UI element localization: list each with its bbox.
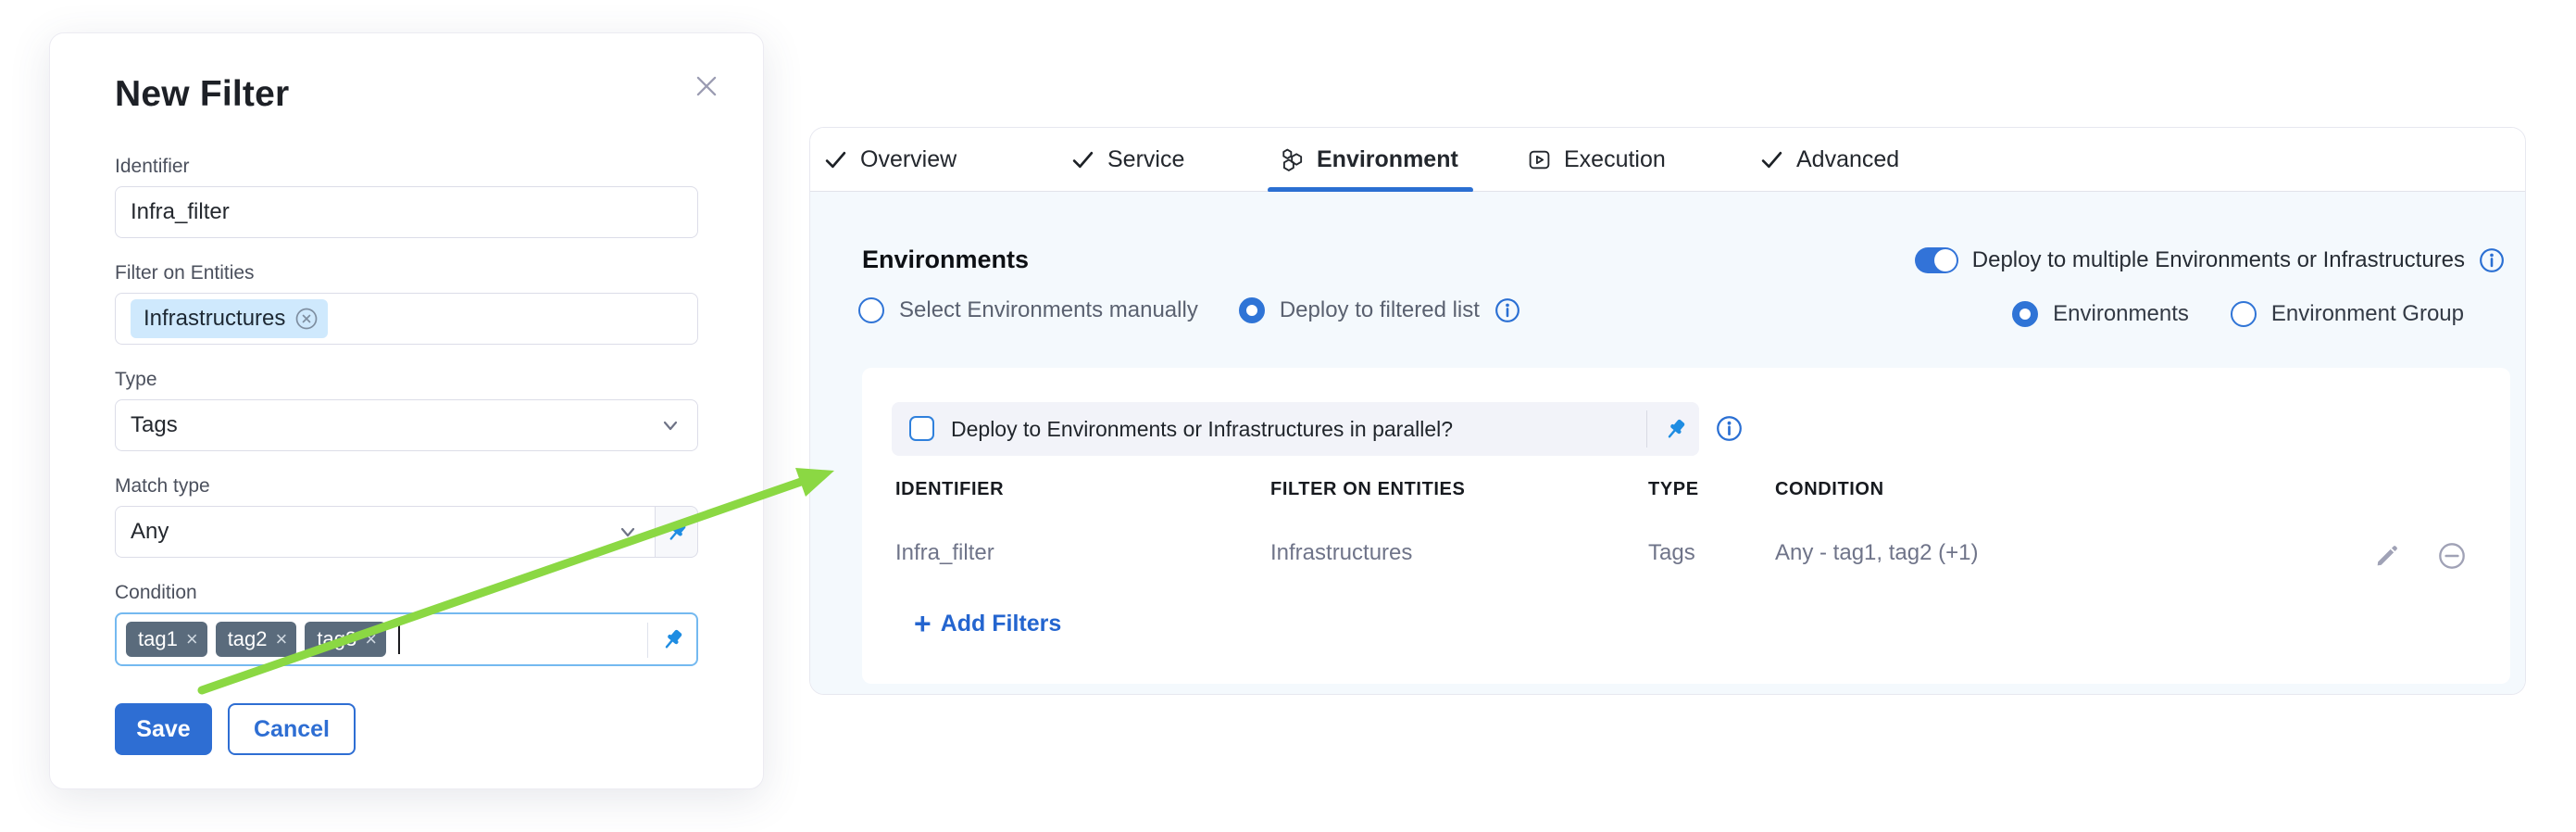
radio-environment-group[interactable]: Environment Group — [2231, 301, 2464, 327]
deploy-multiple-toggle-row: Deploy to multiple Environments or Infra… — [1915, 247, 2505, 273]
parallel-checkbox[interactable] — [909, 416, 934, 441]
tab-label: Environment — [1317, 146, 1458, 173]
condition-pin-button[interactable] — [660, 627, 685, 652]
check-icon — [1759, 147, 1784, 172]
modal-title: New Filter — [115, 74, 698, 115]
info-icon[interactable] — [1716, 415, 1743, 442]
tab-label: Service — [1107, 146, 1184, 173]
type-select[interactable]: Tags — [115, 399, 698, 451]
radio-icon[interactable] — [858, 297, 884, 323]
table-row-entities: Infrastructures — [1270, 540, 1412, 566]
tab-environment[interactable]: Environment — [1280, 128, 1458, 191]
match-type-pin-button[interactable] — [656, 506, 698, 558]
radio-environments[interactable]: Environments — [2012, 301, 2189, 327]
radio-icon[interactable] — [2012, 301, 2038, 327]
tab-execution[interactable]: Execution — [1527, 128, 1666, 191]
environment-hexagons-icon — [1280, 147, 1305, 172]
tab-advanced[interactable]: Advanced — [1759, 128, 1899, 191]
entities-chip-label: Infrastructures — [144, 306, 285, 332]
stage-tabbar: Overview Service Environment Execu — [810, 128, 2525, 192]
pin-icon — [665, 520, 689, 544]
edit-pencil-icon[interactable] — [2373, 542, 2401, 570]
plus-icon: + — [914, 609, 932, 638]
match-type-select[interactable]: Any — [115, 506, 656, 558]
condition-tag-chip: tag3 × — [305, 622, 386, 657]
tab-label: Execution — [1564, 146, 1666, 173]
tag-remove-icon[interactable]: × — [276, 629, 288, 649]
table-row-condition: Any - tag1, tag2 (+1) — [1775, 540, 1978, 566]
cancel-button[interactable]: Cancel — [228, 703, 356, 755]
info-icon[interactable] — [2479, 247, 2505, 273]
deploy-multiple-toggle[interactable] — [1915, 247, 1958, 273]
parallel-checkbox-label: Deploy to Environments or Infrastructure… — [951, 402, 1453, 456]
info-icon[interactable] — [1494, 297, 1520, 323]
add-filters-button[interactable]: + Add Filters — [914, 609, 1061, 638]
radio-label: Environments — [2053, 301, 2189, 327]
radio-select-environments-manually[interactable]: Select Environments manually — [858, 297, 1198, 323]
pipeline-stage-panel: Overview Service Environment Execu — [809, 127, 2526, 695]
chevron-down-icon — [616, 520, 640, 544]
radio-label: Select Environments manually — [899, 297, 1198, 323]
chevron-down-icon — [658, 413, 682, 437]
condition-tag-chip: tag2 × — [216, 622, 297, 657]
table-row-type: Tags — [1648, 540, 1695, 566]
radio-label: Environment Group — [2271, 301, 2464, 327]
tab-label: Advanced — [1796, 146, 1899, 173]
identifier-input[interactable]: Infra_filter — [115, 186, 698, 238]
condition-tags-input[interactable]: tag1 × tag2 × tag3 × — [115, 612, 698, 666]
tab-overview[interactable]: Overview — [823, 128, 957, 191]
column-header-condition: CONDITION — [1775, 479, 1884, 500]
check-icon — [1070, 147, 1095, 172]
tag-remove-icon[interactable]: × — [186, 629, 198, 649]
column-header-filter-on-entities: FILTER ON ENTITIES — [1270, 479, 1465, 500]
execution-play-icon — [1527, 147, 1552, 172]
environment-tab-content: Environments Select Environments manuall… — [810, 192, 2525, 694]
new-filter-modal: New Filter Identifier Infra_filter Filte… — [49, 32, 764, 789]
entities-label: Filter on Entities — [115, 262, 698, 284]
radio-icon[interactable] — [2231, 301, 2257, 327]
environments-heading: Environments — [862, 246, 1029, 274]
radio-label: Deploy to filtered list — [1280, 297, 1480, 323]
chip-remove-icon[interactable] — [294, 307, 319, 331]
column-header-identifier: IDENTIFIER — [895, 479, 1004, 500]
divider — [1646, 410, 1648, 448]
check-icon — [823, 147, 848, 172]
parallel-option-bar: Deploy to Environments or Infrastructure… — [892, 402, 1699, 456]
page: New Filter Identifier Infra_filter Filte… — [0, 0, 2576, 832]
table-row-identifier: Infra_filter — [895, 540, 994, 566]
divider — [647, 623, 649, 658]
match-type-value: Any — [131, 519, 169, 545]
identifier-value: Infra_filter — [131, 199, 230, 225]
toggle-label: Deploy to multiple Environments or Infra… — [1972, 247, 2465, 273]
pin-icon — [660, 627, 685, 652]
condition-label: Condition — [115, 582, 698, 604]
tab-service[interactable]: Service — [1070, 128, 1184, 191]
condition-tag-chip: tag1 × — [126, 622, 207, 657]
entities-chip: Infrastructures — [131, 299, 328, 338]
text-cursor — [398, 624, 400, 654]
filters-card: Deploy to Environments or Infrastructure… — [862, 368, 2510, 684]
tag-remove-icon[interactable]: × — [365, 629, 377, 649]
parallel-pin-button[interactable] — [1663, 417, 1688, 442]
type-value: Tags — [131, 412, 178, 438]
tag-label: tag3 — [317, 627, 356, 651]
radio-icon[interactable] — [1239, 297, 1265, 323]
radio-deploy-to-filtered-list[interactable]: Deploy to filtered list — [1239, 297, 1520, 323]
close-icon[interactable] — [691, 70, 722, 102]
remove-minus-circle-icon[interactable] — [2438, 542, 2466, 570]
tag-label: tag2 — [228, 627, 268, 651]
type-label: Type — [115, 369, 698, 391]
tag-label: tag1 — [138, 627, 178, 651]
tab-label: Overview — [860, 146, 957, 173]
toggle-knob — [1934, 249, 1957, 271]
add-filters-label: Add Filters — [941, 611, 1062, 637]
column-header-type: TYPE — [1648, 479, 1699, 500]
save-button[interactable]: Save — [115, 703, 212, 755]
match-type-label: Match type — [115, 475, 698, 498]
identifier-label: Identifier — [115, 156, 698, 178]
pin-icon — [1663, 417, 1688, 442]
entities-input[interactable]: Infrastructures — [115, 293, 698, 345]
